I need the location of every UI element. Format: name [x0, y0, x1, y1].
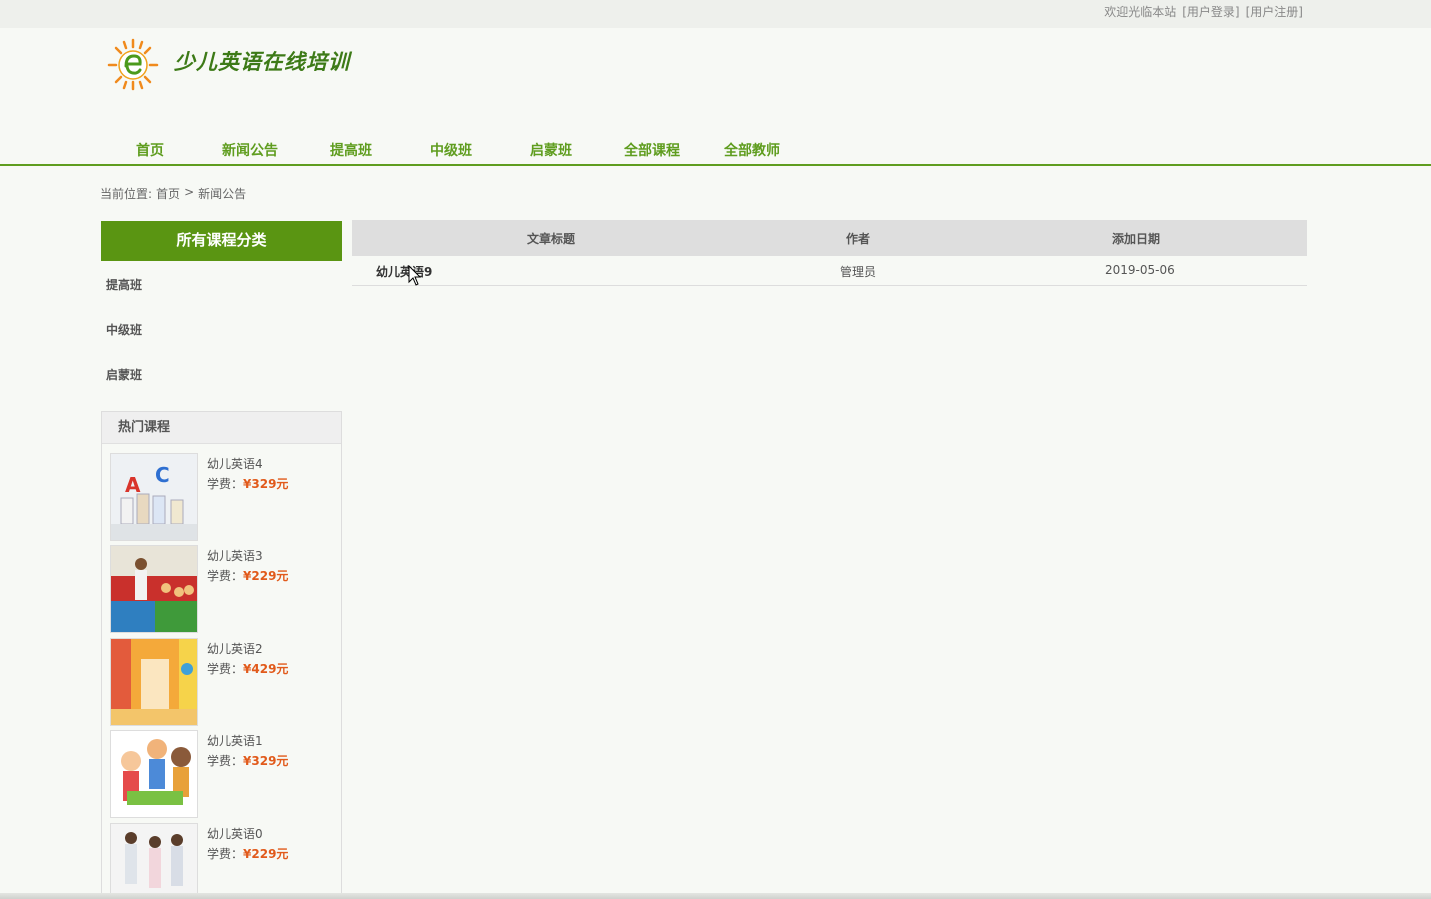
category-advanced[interactable]: 提高班	[106, 276, 142, 293]
breadcrumb: 当前位置: 首页 > 新闻公告	[100, 185, 246, 202]
course-thumbnail[interactable]	[110, 545, 198, 633]
article-date: 2019-05-06	[1105, 263, 1175, 277]
course-price: 学费：¥229元	[207, 567, 288, 584]
welcome-text: 欢迎光临本站	[1104, 5, 1177, 19]
hot-courses-panel: 热门课程 A C 幼儿英语4 学费：¥329元 幼儿英语3 学费：¥229元 幼…	[101, 411, 342, 899]
column-title: 文章标题	[527, 232, 576, 246]
price-value: ¥329元	[243, 754, 289, 768]
nav-intermediate-class[interactable]: 中级班	[430, 140, 472, 160]
price-label: 学费：	[207, 477, 244, 491]
course-name[interactable]: 幼儿英语0	[207, 825, 263, 842]
course-thumbnail[interactable]	[110, 638, 198, 726]
nav-home[interactable]: 首页	[136, 140, 164, 160]
price-label: 学费：	[207, 569, 244, 583]
course-thumbnail[interactable]: A C	[110, 453, 198, 541]
news-table-header: 文章标题 作者 添加日期	[352, 220, 1307, 256]
course-price: 学费：¥429元	[207, 660, 288, 677]
login-link[interactable]: [用户登录]	[1182, 3, 1239, 20]
price-label: 学费：	[207, 754, 244, 768]
breadcrumb-prefix: 当前位置:	[100, 187, 153, 201]
site-title: 少儿英语在线培训	[174, 50, 350, 74]
price-label: 学费：	[207, 847, 244, 861]
course-name[interactable]: 幼儿英语3	[207, 547, 263, 564]
hot-course-item[interactable]: 幼儿英语2 学费：¥429元	[110, 638, 330, 726]
category-heading: 所有课程分类	[101, 221, 342, 261]
course-name[interactable]: 幼儿英语2	[207, 640, 263, 657]
hot-course-item[interactable]: 幼儿英语1 学费：¥329元	[110, 730, 330, 818]
course-thumbnail[interactable]	[110, 823, 198, 899]
price-value: ¥229元	[243, 847, 289, 861]
course-price: 学费：¥329元	[207, 752, 288, 769]
hot-course-item[interactable]: A C 幼儿英语4 学费：¥329元	[110, 453, 330, 541]
hot-courses-heading: 热门课程	[102, 412, 341, 444]
column-author: 作者	[846, 232, 871, 246]
nav-advanced-class[interactable]: 提高班	[330, 140, 372, 160]
main-nav: 首页 新闻公告 提高班 中级班 启蒙班 全部课程 全部教师	[0, 136, 1431, 166]
register-link[interactable]: [用户注册]	[1246, 3, 1303, 20]
hot-course-item[interactable]: 幼儿英语0 学费：¥229元	[110, 823, 330, 899]
user-links: 欢迎光临本站 [用户登录] [用户注册]	[1104, 3, 1303, 20]
price-value: ¥329元	[243, 477, 289, 491]
category-intermediate[interactable]: 中级班	[106, 321, 142, 338]
course-thumbnail[interactable]	[110, 730, 198, 818]
price-label: 学费：	[207, 662, 244, 676]
article-author: 管理员	[840, 265, 877, 279]
category-beginner[interactable]: 启蒙班	[106, 366, 142, 383]
table-row[interactable]: 幼儿英语9 管理员 2019-05-06	[352, 256, 1307, 286]
course-name[interactable]: 幼儿英语4	[207, 455, 263, 472]
breadcrumb-separator-icon: >	[184, 185, 195, 199]
nav-all-courses[interactable]: 全部课程	[624, 140, 680, 160]
breadcrumb-home[interactable]: 首页	[156, 185, 180, 202]
svg-text:C: C	[155, 463, 170, 487]
course-price: 学费：¥329元	[207, 475, 288, 492]
svg-text:A: A	[125, 473, 141, 497]
hot-course-item[interactable]: 幼儿英语3 学费：¥229元	[110, 545, 330, 633]
window-bottom-edge	[0, 893, 1431, 899]
course-name[interactable]: 幼儿英语1	[207, 732, 263, 749]
breadcrumb-current[interactable]: 新闻公告	[198, 185, 246, 202]
column-date: 添加日期	[1112, 232, 1161, 246]
sun-e-logo-icon[interactable]	[106, 36, 160, 94]
mouse-pointer-icon	[408, 264, 422, 287]
price-value: ¥429元	[243, 662, 289, 676]
course-price: 学费：¥229元	[207, 845, 288, 862]
nav-beginner-class[interactable]: 启蒙班	[530, 140, 572, 160]
nav-news[interactable]: 新闻公告	[222, 140, 278, 160]
price-value: ¥229元	[243, 569, 289, 583]
nav-all-teachers[interactable]: 全部教师	[724, 140, 780, 160]
top-bar: 欢迎光临本站 [用户登录] [用户注册]	[0, 0, 1431, 28]
article-title-link[interactable]: 幼儿英语9	[376, 263, 432, 280]
